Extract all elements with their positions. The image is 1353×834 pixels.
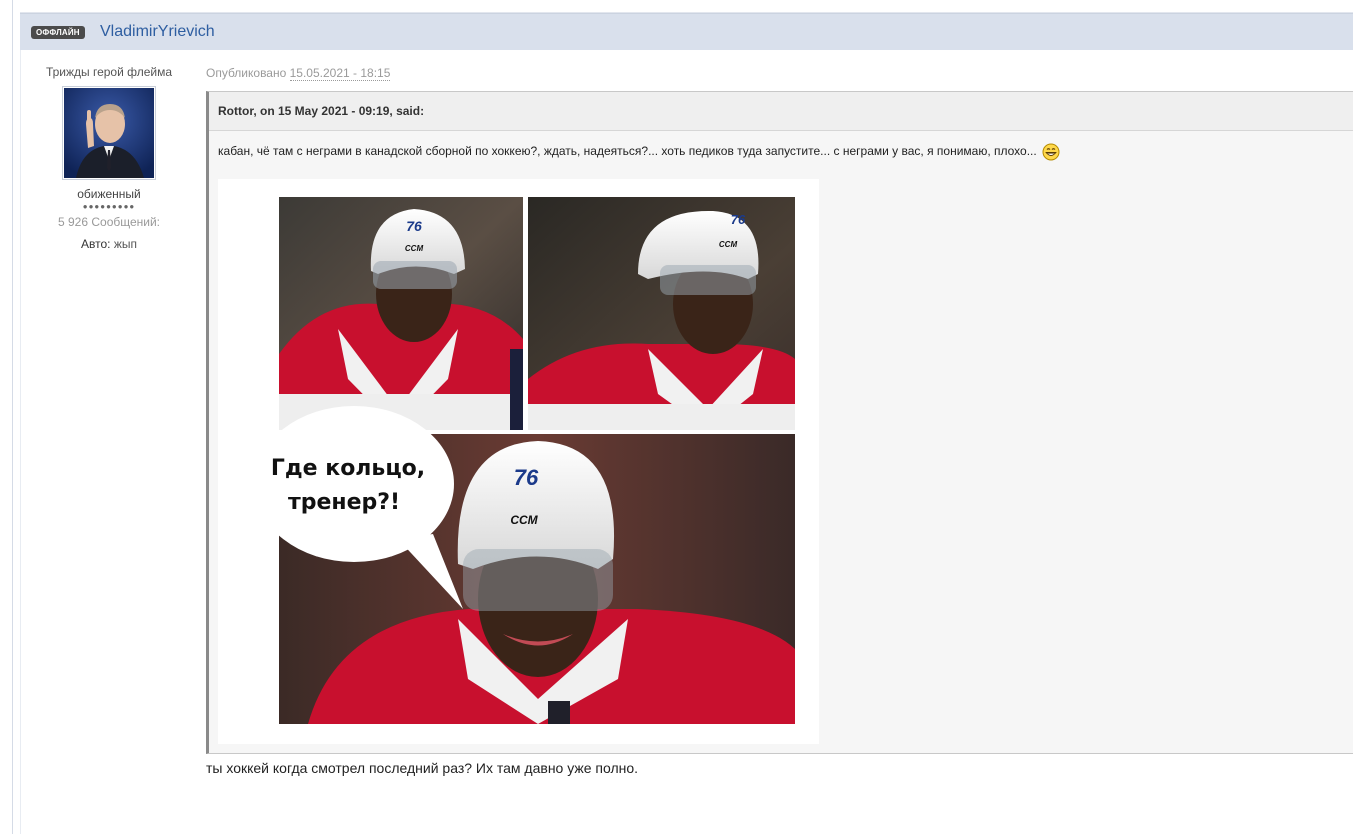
post-body-text: ты хоккей когда смотрел последний раз? И… — [206, 760, 639, 776]
svg-text:76: 76 — [731, 212, 746, 227]
author-name-link[interactable]: VladimirYrievich — [100, 23, 215, 41]
svg-text:CCM: CCM — [719, 240, 738, 249]
speech-bubble-line-2: тренер?! — [288, 490, 400, 515]
meme-panel-top-right: 76 CCM — [528, 197, 795, 430]
car-label: Авто: — [81, 237, 111, 251]
speech-bubble-line-1: Где кольцо, — [271, 456, 425, 481]
post-count: 5 926 Сообщений: — [57, 215, 161, 229]
user-title: Трижды герой флейма — [45, 65, 173, 79]
helmet-brand-text: CCM — [510, 513, 538, 527]
status-badge: ОФФЛАЙН — [31, 26, 85, 39]
published-label: Опубликовано — [206, 66, 287, 80]
quoted-meme-image[interactable]: 76 CCM 76 CCM 76 CCM Где кольцо, тренер?… — [218, 179, 819, 744]
post-meta: Опубликовано 15.05.2021 - 18:15 — [206, 66, 391, 81]
quote-text-line: кабан, чё там с неграми в канадской сбор… — [218, 143, 1060, 161]
quote-citation[interactable]: Rottor, on 15 May 2021 - 09:19, said: — [209, 92, 1353, 131]
published-date[interactable]: 15.05.2021 - 18:15 — [289, 66, 391, 81]
author-column-divider — [20, 50, 21, 834]
quote-text: кабан, чё там с неграми в канадской сбор… — [218, 144, 1037, 159]
grin-smiley-icon — [1042, 143, 1060, 161]
car-value: жып — [113, 237, 137, 251]
previous-post-divider — [20, 0, 1353, 13]
avatar[interactable] — [62, 86, 156, 180]
quote-block: Rottor, on 15 May 2021 - 09:19, said: ка… — [206, 91, 1353, 754]
helmet-number-text: 76 — [514, 465, 539, 490]
user-group: обиженный — [77, 187, 141, 201]
author-info: Трижды герой флейма обиженный ●●●●●●●●● … — [30, 62, 188, 251]
meme-panel-top-left: 76 CCM — [279, 197, 523, 430]
svg-text:76: 76 — [406, 218, 422, 234]
post-header: ОФФЛАЙН VladimirYrievich — [20, 13, 1353, 50]
custom-field-car: Авто: жып — [30, 237, 188, 251]
svg-text:CCM: CCM — [405, 244, 424, 253]
reputation-pips: ●●●●●●●●● — [82, 202, 136, 211]
